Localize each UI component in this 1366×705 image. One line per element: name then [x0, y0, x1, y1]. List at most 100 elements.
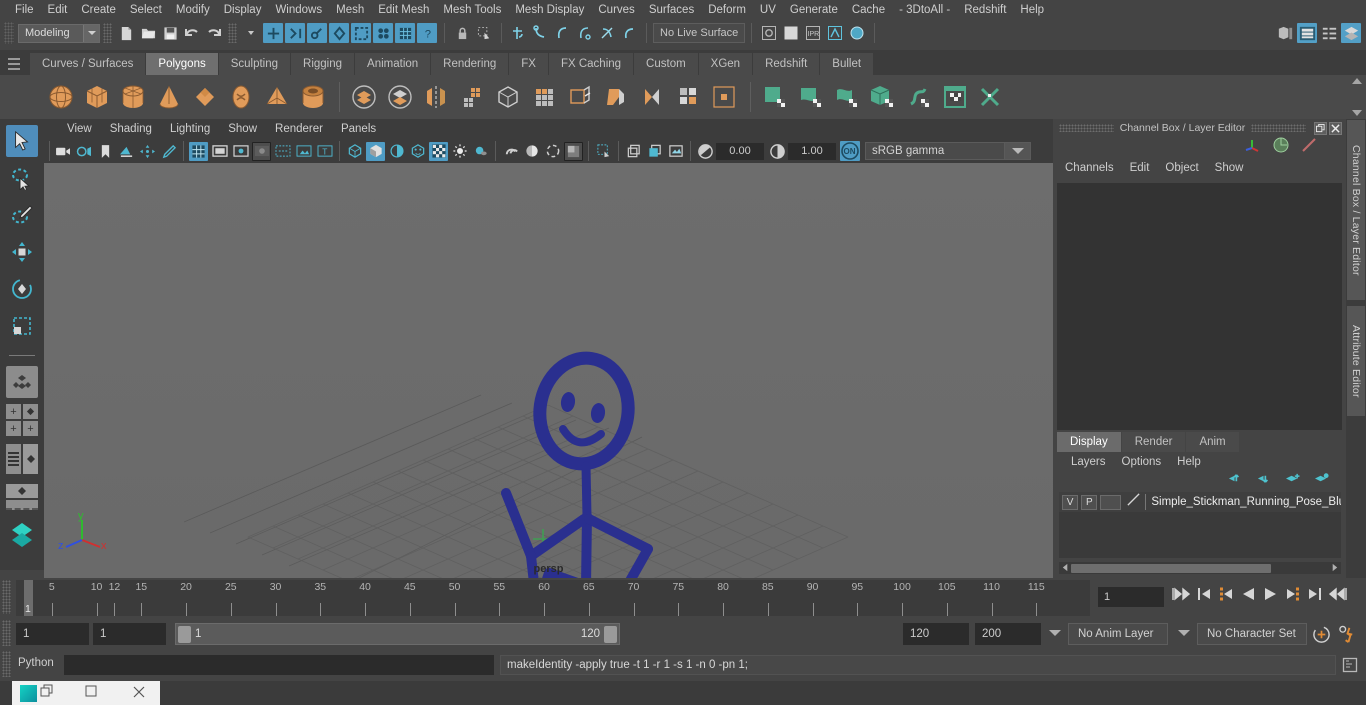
go-to-end-icon[interactable] [1328, 586, 1347, 607]
shelf-tab-rigging[interactable]: Rigging [291, 53, 356, 75]
snap-to-curve-icon[interactable] [531, 23, 551, 43]
viewport-menu-lighting[interactable]: Lighting [161, 122, 219, 136]
uv-editor-icon[interactable] [758, 80, 792, 114]
slash-icon[interactable] [1300, 136, 1318, 159]
menu-item-edit[interactable]: Edit [41, 1, 75, 19]
bevel-icon[interactable] [599, 80, 633, 114]
current-time-indicator[interactable]: 1 [24, 580, 33, 616]
layer-editor-tab-display[interactable]: Display [1057, 432, 1121, 452]
uv-cut-icon[interactable] [974, 80, 1008, 114]
paint-select-tool[interactable] [6, 199, 38, 231]
move-layer-down-icon[interactable] [1255, 472, 1272, 490]
field-chart-icon[interactable] [273, 142, 292, 161]
grease-pencil-icon[interactable] [159, 142, 178, 161]
multi-cut-icon[interactable] [527, 80, 561, 114]
range-slider-grip[interactable] [2, 620, 11, 646]
new-layer-icon[interactable] [1284, 472, 1301, 490]
safe-action-icon[interactable] [294, 142, 313, 161]
layer-playback-toggle[interactable]: P [1081, 494, 1098, 510]
menu-item-display[interactable]: Display [217, 1, 269, 19]
status-line-grip[interactable] [4, 22, 14, 44]
select-by-hierarchy-icon[interactable] [263, 23, 283, 43]
layer-name[interactable]: Simple_Stickman_Running_Pose_Blue [1151, 496, 1341, 508]
motion-blur-icon[interactable] [522, 142, 541, 161]
mirror-icon[interactable] [419, 80, 453, 114]
resolution-gate-icon[interactable] [231, 142, 250, 161]
poly-pyramid-icon[interactable] [260, 80, 294, 114]
chevron-down-icon[interactable] [83, 24, 99, 42]
time-slider-grip[interactable] [2, 580, 11, 614]
menu-item-mesh[interactable]: Mesh [329, 1, 371, 19]
select-mask-help-icon[interactable]: ? [417, 23, 437, 43]
shelf-tab-custom[interactable]: Custom [634, 53, 699, 75]
bookmark-icon[interactable] [96, 142, 115, 161]
layer-row[interactable]: V P Simple_Stickman_Running_Pose_Blue [1059, 492, 1341, 512]
quick-layout-hypershade[interactable] [6, 518, 38, 552]
go-to-start-icon[interactable] [1172, 586, 1191, 607]
shelf-tab-polygons[interactable]: Polygons [146, 53, 219, 75]
shelf-tab-bullet[interactable]: Bullet [820, 53, 875, 75]
anim-start-time-field[interactable]: 1 [16, 623, 89, 645]
viewport-menu-show[interactable]: Show [219, 122, 266, 136]
select-by-object-icon[interactable] [285, 23, 305, 43]
show-hide-tool-settings-icon[interactable] [1319, 23, 1339, 43]
screen-space-ao-icon[interactable] [543, 142, 562, 161]
selection-mode-dropdown-icon[interactable] [241, 23, 261, 43]
rotate-tool[interactable] [6, 273, 38, 305]
layer-visibility-toggle[interactable]: V [1062, 494, 1079, 510]
textured-icon[interactable] [408, 142, 427, 161]
poly-torus-icon[interactable] [224, 80, 258, 114]
live-surface-field[interactable]: No Live Surface [653, 23, 746, 43]
auto-keyframe-icon[interactable] [1312, 625, 1331, 649]
wireframe-icon[interactable] [345, 142, 364, 161]
shelf-tab-animation[interactable]: Animation [355, 53, 432, 75]
toolbar-grip[interactable] [103, 23, 112, 43]
step-forward-frame-icon[interactable] [1285, 586, 1300, 607]
exposure-icon[interactable] [696, 142, 715, 161]
gamma-field[interactable]: 1.00 [788, 142, 836, 160]
menu-item-windows[interactable]: Windows [268, 1, 329, 19]
menu-item-select[interactable]: Select [123, 1, 169, 19]
gate-mask-icon[interactable] [252, 141, 271, 161]
play-forwards-icon[interactable] [1263, 586, 1278, 607]
2d-pan-zoom-icon[interactable] [138, 142, 157, 161]
render-settings-icon[interactable] [825, 23, 845, 43]
transform-axis-icon[interactable] [1242, 137, 1262, 158]
panel-grip-left[interactable] [1059, 124, 1114, 132]
gamma-icon[interactable] [768, 142, 787, 161]
time-slider-track[interactable]: 1 5 10 15 20 25 30 35 40 45 50 55 60 65 70 75 80 85 90 95 1… [16, 580, 1090, 616]
play-backwards-icon[interactable] [1241, 586, 1256, 607]
command-input[interactable] [64, 655, 494, 675]
quick-layout-single[interactable] [6, 366, 38, 398]
channel-box-menu-object[interactable]: Object [1157, 161, 1206, 175]
shelf-tab-sculpting[interactable]: Sculpting [218, 53, 292, 75]
show-hide-channel-box-icon[interactable] [1341, 23, 1361, 43]
app-icon[interactable] [20, 684, 37, 702]
smooth-icon[interactable] [455, 80, 489, 114]
poly-plane-icon[interactable] [188, 80, 222, 114]
step-back-keyframe-icon[interactable] [1197, 586, 1212, 607]
scale-tool[interactable] [6, 310, 38, 342]
color-management-dropdown-icon[interactable] [1005, 142, 1031, 160]
character-set-combo[interactable]: No Character Set [1197, 623, 1307, 645]
menu-item-cache[interactable]: Cache [845, 1, 892, 19]
target-weld-icon[interactable] [707, 80, 741, 114]
new-layer-from-selected-icon[interactable] [1313, 472, 1330, 490]
toolbar-grip-2[interactable] [228, 23, 237, 43]
quick-layout-outliner[interactable] [6, 442, 38, 476]
channel-box-menu-channels[interactable]: Channels [1057, 161, 1122, 175]
menu-item-redshift[interactable]: Redshift [957, 1, 1013, 19]
restore-icon[interactable] [1314, 121, 1327, 135]
uv-cylindrical-icon[interactable] [830, 80, 864, 114]
snap-to-view-plane-icon[interactable] [597, 23, 617, 43]
lasso-select-tool[interactable] [6, 162, 38, 194]
viewport-menu-shading[interactable]: Shading [101, 122, 161, 136]
close-icon[interactable] [1329, 121, 1342, 135]
color-management-field[interactable]: sRGB gamma [865, 142, 1005, 160]
menu-item-edit-mesh[interactable]: Edit Mesh [371, 1, 436, 19]
panel-grip-right[interactable] [1251, 124, 1306, 132]
current-frame-field[interactable]: 1 [1098, 587, 1164, 607]
menu-set-dropdown[interactable]: Modeling [18, 23, 100, 43]
show-hide-attribute-editor-icon[interactable] [1297, 23, 1317, 43]
menu-item-help[interactable]: Help [1013, 1, 1051, 19]
